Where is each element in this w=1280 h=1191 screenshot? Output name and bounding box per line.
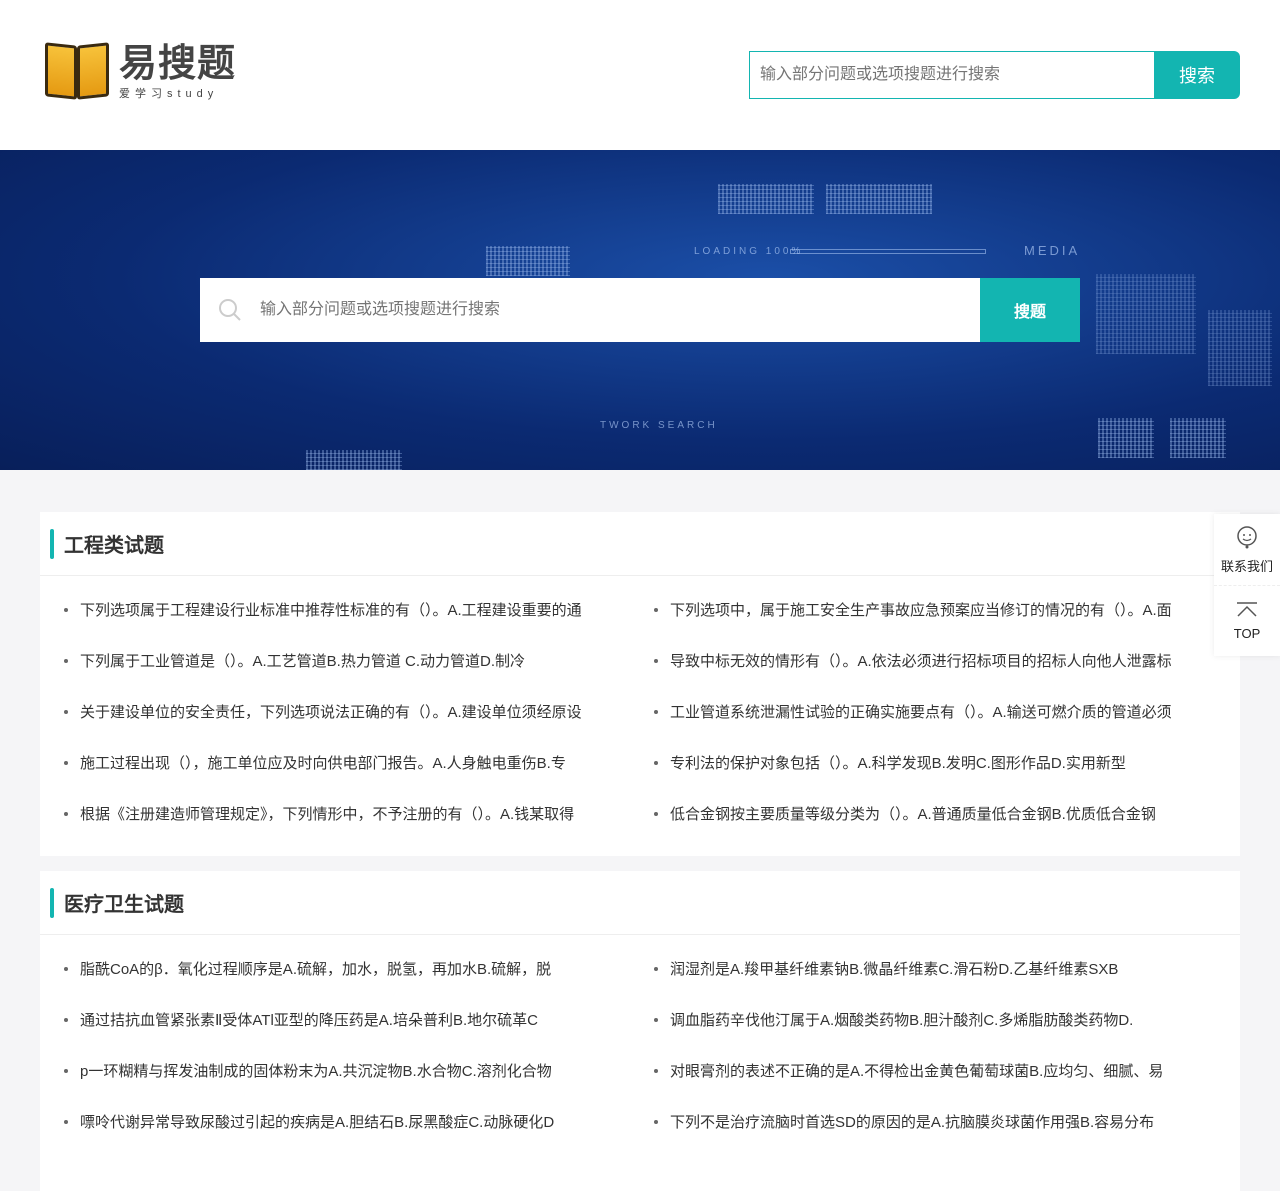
question-link[interactable]: 调血脂药辛伐他汀属于A.烟酸类药物B.胆汁酸剂C.多烯脂肪酸类药物D. bbox=[654, 994, 1244, 1045]
question-link[interactable]: 关于建设单位的安全责任，下列选项说法正确的有（）。A.建设单位须经原设 bbox=[64, 686, 654, 737]
book-logo-icon bbox=[43, 40, 111, 102]
banner-deco-bar bbox=[790, 249, 986, 254]
logo-title: 易搜题 bbox=[119, 40, 237, 85]
question-link[interactable]: 脂酰CoA的β．氧化过程顺序是A.硫解，加水，脱氢，再加水B.硫解，脱 bbox=[64, 943, 654, 994]
question-link[interactable]: 润湿剂是A.羧甲基纤维素钠B.微晶纤维素C.滑石粉D.乙基纤维素SXB bbox=[654, 943, 1244, 994]
question-link[interactable]: 下列选项属于工程建设行业标准中推荐性标准的有（）。A.工程建设重要的通 bbox=[64, 584, 654, 635]
logo-subtitle: 爱学习study bbox=[119, 88, 219, 100]
section-engineering: 工程类试题 下列选项属于工程建设行业标准中推荐性标准的有（）。A.工程建设重要的… bbox=[40, 512, 1240, 856]
banner-deco-grid bbox=[1098, 418, 1154, 458]
banner-search: 搜题 bbox=[200, 278, 1080, 342]
section-title: 工程类试题 bbox=[64, 535, 164, 557]
headset-icon bbox=[1237, 526, 1257, 549]
search-icon bbox=[200, 278, 260, 342]
banner-search-button[interactable]: 搜题 bbox=[980, 278, 1080, 342]
banner-deco-grid bbox=[486, 246, 570, 276]
logo[interactable]: 易搜题 爱学习study bbox=[43, 40, 236, 102]
banner-deco-network: TWORK SEARCH bbox=[600, 420, 718, 431]
back-to-top-button[interactable]: TOP bbox=[1214, 585, 1280, 656]
section-title: 医疗卫生试题 bbox=[64, 894, 184, 916]
banner-deco-media: MEDIA bbox=[1024, 243, 1081, 258]
arrow-up-icon bbox=[1237, 601, 1257, 617]
question-link[interactable]: 通过拮抗血管紧张素Ⅱ受体ATl亚型的降压药是A.培朵普利B.地尔硫革C bbox=[64, 994, 654, 1045]
header-search: 搜索 bbox=[749, 51, 1240, 99]
question-link[interactable]: 施工过程出现（），施工单位应及时向供电部门报告。A.人身触电重伤B.专 bbox=[64, 737, 654, 788]
banner-deco-grid bbox=[1208, 310, 1272, 386]
banner-deco-grid bbox=[826, 184, 932, 214]
back-to-top-label: TOP bbox=[1233, 625, 1261, 641]
question-link[interactable]: 低合金钢按主要质量等级分类为（）。A.普通质量低合金钢B.优质低合金钢 bbox=[654, 788, 1244, 839]
question-link[interactable]: 下列选项中，属于施工安全生产事故应急预案应当修订的情况的有（）。A.面 bbox=[654, 584, 1244, 635]
question-link[interactable]: 根据《注册建造师管理规定》，下列情形中，不予注册的有（）。A.钱某取得 bbox=[64, 788, 654, 839]
banner-deco-grid bbox=[306, 450, 402, 470]
contact-us-button[interactable]: 联系我们 bbox=[1214, 514, 1280, 585]
floating-sidebar: 联系我们 TOP bbox=[1214, 514, 1280, 656]
question-link[interactable]: p一环糊精与挥发油制成的固体粉末为A.共沉淀物B.水合物C.溶剂化合物 bbox=[64, 1045, 654, 1096]
header-search-button[interactable]: 搜索 bbox=[1154, 51, 1240, 99]
question-link[interactable]: 对眼膏剂的表述不正确的是A.不得检出金黄色葡萄球菌B.应均匀、细腻、易 bbox=[654, 1045, 1244, 1096]
question-link[interactable]: 下列属于工业管道是（）。A.工艺管道B.热力管道 C.动力管道D.制冷 bbox=[64, 635, 654, 686]
banner-deco-loading: LOADING 100% bbox=[694, 246, 804, 257]
banner-deco-grid bbox=[1170, 418, 1226, 458]
site-header: 易搜题 爱学习study 搜索 bbox=[0, 0, 1280, 150]
header-search-input[interactable] bbox=[749, 51, 1154, 99]
hero-banner: LOADING 100% MEDIA TWORK SEARCH 搜题 bbox=[0, 150, 1280, 470]
question-link[interactable]: 下列不是治疗流脑时首选SD的原因的是A.抗脑膜炎球菌作用强B.容易分布 bbox=[654, 1096, 1244, 1147]
contact-us-label: 联系我们 bbox=[1220, 559, 1273, 574]
section-accent-bar bbox=[50, 887, 54, 918]
section-medical: 医疗卫生试题 脂酰CoA的β．氧化过程顺序是A.硫解，加水，脱氢，再加水B.硫解… bbox=[40, 871, 1240, 1191]
question-link[interactable]: 导致中标无效的情形有（）。A.依法必须进行招标项目的招标人向他人泄露标 bbox=[654, 635, 1244, 686]
question-link[interactable]: 专利法的保护对象包括（）。A.科学发现B.发明C.图形作品D.实用新型 bbox=[654, 737, 1244, 788]
question-link[interactable]: 工业管道系统泄漏性试验的正确实施要点有（）。A.输送可燃介质的管道必须 bbox=[654, 686, 1244, 737]
banner-search-input[interactable] bbox=[260, 278, 980, 342]
question-link[interactable]: 嘌呤代谢异常导致尿酸过引起的疾病是A.胆结石B.尿黑酸症C.动脉硬化D bbox=[64, 1096, 654, 1147]
banner-deco-grid bbox=[1096, 274, 1196, 354]
section-accent-bar bbox=[50, 528, 54, 559]
banner-deco-grid bbox=[718, 184, 814, 214]
